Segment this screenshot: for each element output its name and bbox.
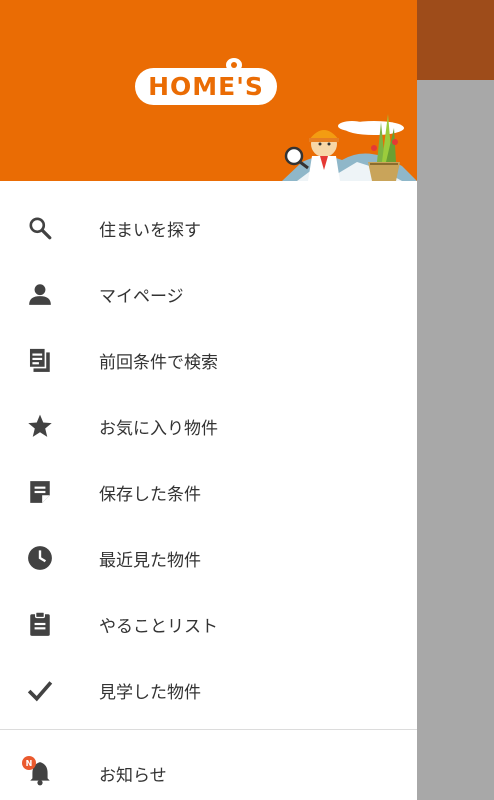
homes-logo: HOME'S: [135, 68, 277, 105]
drawer-header: HOME'S: [0, 0, 417, 181]
menu-divider: [0, 729, 417, 730]
menu-item-label: マイページ: [99, 286, 184, 307]
menu-item-todo[interactable]: やることリスト: [0, 591, 417, 657]
menu-item-label: やることリスト: [99, 616, 218, 637]
menu-item-search[interactable]: 住まいを探す: [0, 195, 417, 261]
menu-item-notifications[interactable]: N お知らせ: [0, 740, 417, 800]
menu-item-label: 最近見た物件: [99, 550, 201, 571]
background-app-header: [417, 0, 494, 80]
clock-icon: [26, 544, 54, 572]
check-icon: [26, 676, 54, 704]
menu-item-label: 見学した物件: [99, 682, 201, 703]
note-icon: [26, 478, 54, 506]
menu-item-label: 前回条件で検索: [99, 352, 218, 373]
mascot-illustration: [282, 114, 417, 181]
bell-icon: N: [22, 756, 54, 787]
menu-item-label: お気に入り物件: [99, 418, 218, 439]
documents-icon: [26, 346, 54, 374]
search-icon: [26, 214, 54, 242]
new-badge: N: [22, 756, 36, 770]
background-app-scrim[interactable]: [417, 0, 494, 800]
menu-item-recent[interactable]: 最近見た物件: [0, 525, 417, 591]
drawer-menu: 住まいを探す マイページ 前回条件で検索 お気に入り物件 保存した条件 最近見た…: [0, 181, 417, 723]
menu-item-saved-conditions[interactable]: 保存した条件: [0, 459, 417, 525]
logo-apostrophe-mark: [226, 58, 242, 72]
menu-item-last-search[interactable]: 前回条件で検索: [0, 327, 417, 393]
star-icon: [26, 412, 54, 440]
menu-item-label: お知らせ: [99, 765, 167, 786]
menu-item-label: 保存した条件: [99, 484, 201, 505]
menu-item-visited[interactable]: 見学した物件: [0, 657, 417, 723]
navigation-drawer: HOME'S 住まいを探す マイページ 前回条件で検索 お気に入り物件 保存した…: [0, 0, 417, 800]
menu-item-favorites[interactable]: お気に入り物件: [0, 393, 417, 459]
menu-item-label: 住まいを探す: [99, 220, 201, 241]
menu-item-mypage[interactable]: マイページ: [0, 261, 417, 327]
person-icon: [26, 280, 54, 308]
clipboard-icon: [26, 610, 54, 638]
